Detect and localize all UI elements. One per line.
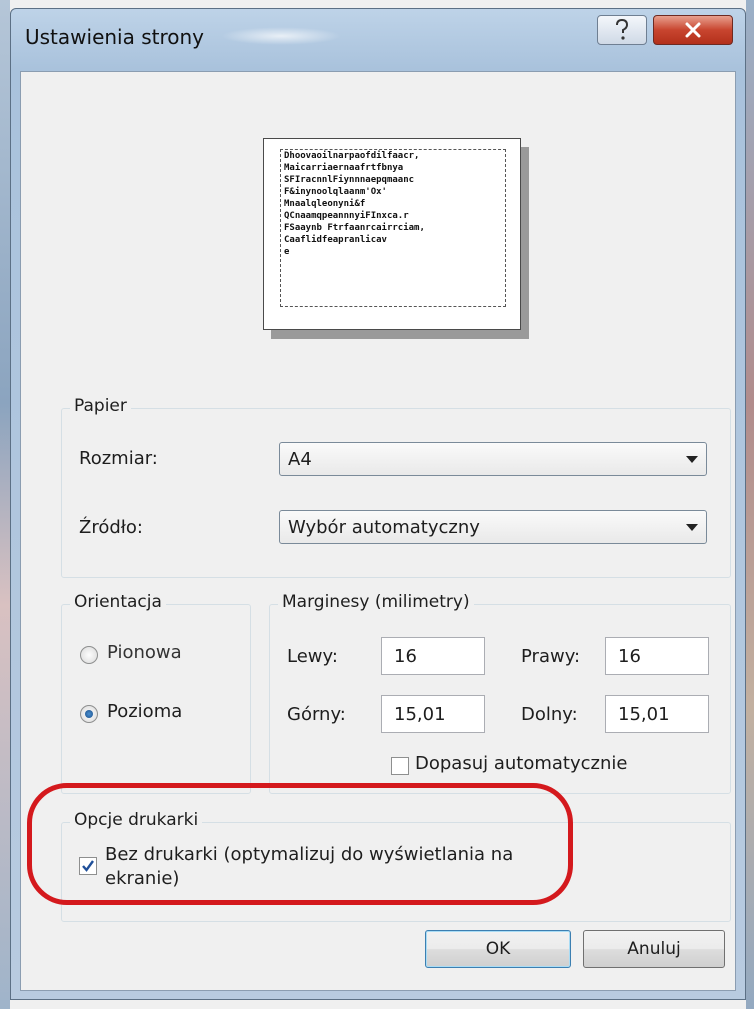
preview-text-line: Dhoovaoilnarpaofdilfaacr,	[284, 151, 420, 161]
orientation-portrait-radio[interactable]	[80, 646, 98, 664]
dialog-title: Ustawienia strony	[25, 25, 205, 49]
preview-text-line: SFIracnnlFiynnnaepqmaanc	[284, 175, 415, 185]
close-icon	[685, 22, 701, 38]
autofit-label[interactable]: Dopasuj automatycznie	[415, 753, 627, 774]
orientation-group-label: Orientacja	[70, 592, 166, 612]
cancel-button[interactable]: Anuluj	[583, 930, 725, 968]
paper-source-label: Źródło:	[79, 517, 143, 538]
autofit-checkbox[interactable]	[391, 757, 409, 775]
title-glow	[221, 27, 341, 45]
paper-size-select[interactable]: A4	[279, 442, 707, 476]
paper-source-select[interactable]: Wybór automatyczny	[279, 510, 707, 544]
ok-button[interactable]: OK	[425, 930, 571, 968]
margin-bottom-value: 15,01	[618, 704, 670, 725]
paper-size-value: A4	[288, 449, 312, 470]
orientation-portrait-label[interactable]: Pionowa	[107, 642, 182, 663]
margin-right-label: Prawy:	[521, 646, 581, 667]
title-bar[interactable]: Ustawienia strony	[11, 9, 745, 71]
margin-bottom-input[interactable]: 15,01	[605, 695, 709, 733]
red-highlight-annotation	[27, 783, 573, 905]
margin-left-input[interactable]: 16	[381, 637, 485, 675]
margin-top-value: 15,01	[394, 704, 446, 725]
orientation-group: Orientacja	[61, 592, 251, 794]
orientation-landscape-radio[interactable]	[80, 705, 98, 723]
preview-text-line: Maicarriaernaafrtfbnya	[284, 163, 404, 173]
margin-left-value: 16	[394, 646, 417, 667]
margin-top-label: Górny:	[287, 704, 346, 725]
page-preview-margins: Dhoovaoilnarpaofdilfaacr, Maicarriaernaa…	[280, 149, 506, 307]
preview-text-line: Mnaalqleonyni&f	[284, 199, 366, 209]
paper-group-label: Papier	[70, 396, 131, 416]
chevron-down-icon	[686, 524, 698, 531]
paper-source-value: Wybór automatyczny	[288, 517, 480, 538]
preview-text-line: e	[284, 247, 290, 257]
preview-text-line: FSaaynb Ftrfaanrcairrciam,	[284, 223, 425, 233]
orientation-landscape-label[interactable]: Pozioma	[107, 701, 182, 722]
background-right-edge	[746, 0, 754, 1009]
preview-text-line: QCnaamqpeannnyiFInxca.r	[284, 211, 409, 221]
paper-size-label: Rozmiar:	[79, 448, 158, 469]
margin-right-value: 16	[618, 646, 641, 667]
help-icon	[616, 19, 629, 40]
preview-text-line: F&inynoolqlaanm'Ox'	[284, 187, 387, 197]
chevron-down-icon	[686, 456, 698, 463]
margin-top-input[interactable]: 15,01	[381, 695, 485, 733]
background-left-edge	[0, 0, 10, 1009]
preview-text-line: Caaflidfeapranlicav	[284, 235, 387, 245]
help-button[interactable]	[597, 15, 647, 45]
close-button[interactable]	[653, 15, 733, 45]
margin-bottom-label: Dolny:	[521, 704, 578, 725]
margin-right-input[interactable]: 16	[605, 637, 709, 675]
margins-group-label: Marginesy (milimetry)	[278, 592, 474, 612]
paper-group: Papier	[61, 396, 731, 578]
margin-left-label: Lewy:	[287, 646, 338, 667]
page-preview: Dhoovaoilnarpaofdilfaacr, Maicarriaernaa…	[263, 138, 521, 330]
